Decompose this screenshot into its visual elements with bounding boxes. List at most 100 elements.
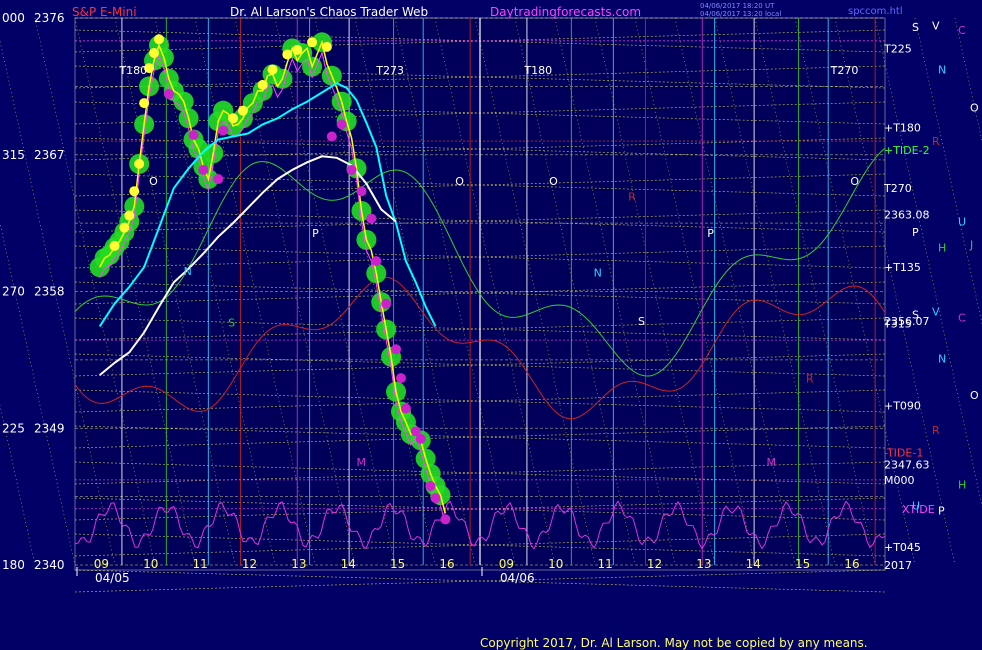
magenta-marker [415, 433, 426, 444]
hour-label: 09 [499, 557, 514, 571]
hour-label: 09 [94, 557, 109, 571]
copyright: Copyright 2017, Dr. Al Larson. May not b… [480, 636, 868, 650]
chart-letter: T273 [375, 64, 404, 77]
chart-letter: S [638, 315, 645, 328]
planet-label: H [938, 241, 946, 254]
y-angle-label: 000 [2, 11, 25, 25]
chart-letter: O [549, 175, 558, 188]
magenta-marker [213, 174, 224, 185]
right-label: +T045 [884, 541, 921, 554]
magenta-marker [163, 88, 174, 99]
y-price-label: 2367 [34, 148, 65, 162]
chart-letter: O [455, 175, 464, 188]
planet-label: R [932, 424, 940, 437]
date-label: 04/06 [500, 571, 535, 585]
chart-letter: N [594, 266, 602, 279]
yellow-marker [292, 44, 303, 55]
magenta-marker [218, 125, 229, 136]
hour-label: 10 [143, 557, 158, 571]
right-label: 2363.08 [884, 208, 930, 221]
magenta-marker [395, 373, 406, 384]
hour-label: 16 [844, 557, 859, 571]
magenta-marker [371, 256, 382, 267]
planet-label: N [938, 64, 946, 77]
right-label: -TIDE-1 [884, 447, 923, 460]
right-label: 2017 [884, 559, 912, 572]
magenta-marker [440, 514, 451, 525]
chart-letter: R [806, 373, 814, 386]
magenta-marker [366, 213, 377, 224]
magenta-marker [425, 480, 436, 491]
yellow-marker [153, 34, 164, 45]
planet-label: R [932, 135, 940, 148]
magenta-marker [391, 344, 402, 355]
y-price-label: 2358 [34, 285, 65, 299]
y-angle-label: 180 [2, 558, 25, 572]
hour-label: 14 [746, 557, 761, 571]
yellow-marker [307, 37, 318, 48]
date-label: 04/05 [95, 571, 130, 585]
chart-letter: T180 [118, 64, 147, 77]
right-label: +T180 [884, 121, 921, 134]
planet-label: C [958, 311, 966, 324]
right-label: M000 [884, 474, 915, 487]
planet-label: U [912, 500, 920, 513]
magenta-marker [356, 186, 367, 197]
magenta-marker [326, 131, 337, 142]
chart-letter: N [184, 265, 192, 278]
magenta-marker [346, 164, 357, 175]
planet-label: N [938, 352, 946, 365]
right-label: +T090 [884, 399, 921, 412]
hour-label: 12 [647, 557, 662, 571]
magenta-marker [400, 403, 411, 414]
yellow-marker [267, 64, 278, 75]
hour-label: 15 [795, 557, 810, 571]
planet-label: S [912, 21, 919, 34]
yellow-marker [134, 158, 145, 169]
chart-letter: T270 [830, 64, 859, 77]
right-label: T270 [883, 182, 912, 195]
chart-letter: P [707, 227, 714, 240]
planet-label: P [912, 226, 919, 239]
yellow-marker [124, 210, 135, 221]
yellow-marker [228, 113, 239, 124]
yellow-marker [139, 98, 150, 109]
yellow-marker [149, 47, 160, 58]
planet-label: H [958, 478, 966, 491]
right-label: 2347.63 [884, 459, 930, 472]
planet-label: O [970, 102, 979, 115]
yellow-marker [109, 240, 120, 251]
chart-letter: R [628, 190, 636, 203]
planet-label: J [969, 238, 973, 251]
right-label: T225 [883, 42, 912, 55]
chaos-trader-chart: T180 T273 T180 T270 O O O O N P S N S P M M R R 000 2376 31… [0, 0, 982, 650]
hour-label: 13 [696, 557, 711, 571]
hour-label: 14 [341, 557, 356, 571]
chart-letter: S [228, 316, 235, 329]
yellow-marker [321, 41, 332, 52]
instrument-title: S&P E-Mini [72, 5, 137, 19]
hour-label: 13 [291, 557, 306, 571]
right-label: T315 [883, 317, 912, 330]
planet-label: P [938, 504, 945, 517]
chart-letter: O [850, 175, 859, 188]
hour-label: 11 [597, 557, 612, 571]
hour-label: 10 [548, 557, 563, 571]
magenta-marker [198, 164, 209, 175]
chart-letter: O [149, 175, 158, 188]
planet-label: C [958, 24, 966, 37]
y-angle-label: 225 [2, 421, 25, 435]
site-url[interactable]: Daytradingforecasts.com [490, 5, 641, 19]
magenta-marker [430, 493, 441, 504]
site-title: Dr. Al Larson's Chaos Trader Web [230, 5, 428, 19]
yellow-marker [129, 186, 140, 197]
y-price-label: 2349 [34, 421, 65, 435]
y-angle-label: 315 [2, 148, 25, 162]
planet-label: S [912, 308, 919, 321]
hour-label: 15 [390, 557, 405, 571]
timestamp-local: 04/06/2017 13:20 local [700, 10, 781, 18]
hour-label: 11 [192, 557, 207, 571]
right-label: +T135 [884, 261, 921, 274]
yellow-marker [257, 79, 268, 90]
timestamp-utc: 04/06/2017 18:20 UT [700, 2, 775, 10]
